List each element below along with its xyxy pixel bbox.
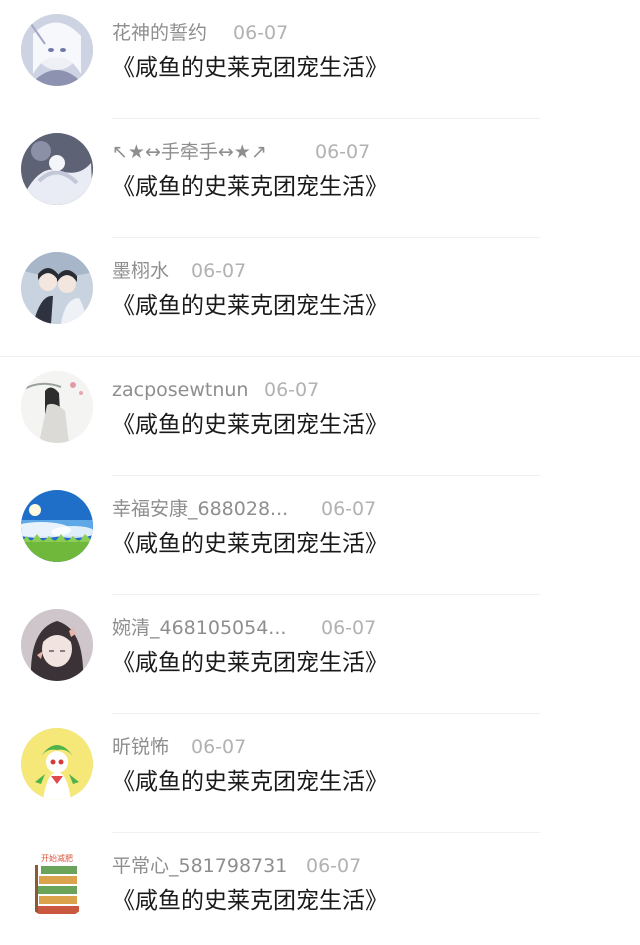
list-item[interactable]: 婉清_468105054... 06-07 《咸鱼的史莱克团宠生活》 (0, 595, 640, 714)
comment-text: 《咸鱼的史莱克团宠生活》 (112, 55, 388, 81)
comment-text: 《咸鱼的史莱克团宠生活》 (112, 174, 388, 200)
comment-date: 06-07 (191, 260, 247, 282)
username[interactable]: 婉清_468105054... (112, 615, 286, 641)
comment-text: 《咸鱼的史莱克团宠生活》 (112, 888, 388, 914)
list-item[interactable]: 花神的誓约 06-07 《咸鱼的史莱克团宠生活》 (0, 0, 640, 119)
comment-meta: 墨栩水 06-07 (112, 258, 246, 284)
list-item[interactable]: 墨栩水 06-07 《咸鱼的史莱克团宠生活》 (0, 238, 640, 357)
username[interactable]: 墨栩水 (112, 258, 169, 284)
username[interactable]: 花神的誓约 (112, 20, 207, 46)
comment-text: 《咸鱼的史莱克团宠生活》 (112, 769, 388, 795)
comment-date: 06-07 (264, 379, 320, 401)
username[interactable]: 幸福安康_688028... (112, 496, 288, 522)
sign-title: 开始减肥 (41, 853, 73, 863)
green-cartoon-avatar-icon (21, 728, 93, 800)
comment-date: 06-07 (315, 141, 371, 163)
username[interactable]: 平常心_581798731 (112, 853, 287, 879)
weight-loss-sign-avatar-icon: 开始减肥 (21, 847, 93, 919)
username[interactable]: ↖★↔手牵手↔★↗ (112, 139, 267, 165)
comment-date: 06-07 (191, 736, 247, 758)
list-item[interactable]: 开始减肥 平常心_581798731 06-07 《咸鱼的史莱克团宠生活》 (0, 833, 640, 945)
list-item[interactable]: ↖★↔手牵手↔★↗ 06-07 《咸鱼的史莱克团宠生活》 (0, 119, 640, 238)
comment-list: 花神的誓约 06-07 《咸鱼的史莱克团宠生活》 ↖★↔手牵手↔★↗ 06-07… (0, 0, 640, 945)
comment-meta: 花神的誓约 06-07 (112, 20, 288, 46)
blue-sky-grass-avatar-icon (21, 490, 93, 562)
avatar[interactable] (21, 14, 93, 86)
username[interactable]: zacposewtnun (112, 377, 248, 403)
comment-text: 《咸鱼的史莱克团宠生活》 (112, 531, 388, 557)
comment-text: 《咸鱼的史莱克团宠生活》 (112, 412, 388, 438)
list-item[interactable]: 幸福安康_688028... 06-07 《咸鱼的史莱克团宠生活》 (0, 476, 640, 595)
avatar[interactable] (21, 490, 93, 562)
comment-date: 06-07 (321, 498, 377, 520)
girl-butterfly-avatar-icon (21, 609, 93, 681)
anime-white-robe-avatar-icon (21, 133, 93, 205)
comment-date: 06-07 (233, 22, 289, 44)
ink-painting-avatar-icon (21, 371, 93, 443)
avatar[interactable]: 开始减肥 (21, 847, 93, 919)
anime-couple-avatar-icon (21, 252, 93, 324)
comment-meta: 昕锐怖 06-07 (112, 734, 246, 760)
comment-meta: ↖★↔手牵手↔★↗ 06-07 (112, 139, 370, 165)
avatar[interactable] (21, 133, 93, 205)
comment-meta: 幸福安康_688028... 06-07 (112, 496, 376, 522)
comment-text: 《咸鱼的史莱克团宠生活》 (112, 650, 388, 676)
avatar[interactable] (21, 609, 93, 681)
list-item[interactable]: zacposewtnun 06-07 《咸鱼的史莱克团宠生活》 (0, 357, 640, 476)
avatar[interactable] (21, 252, 93, 324)
anime-white-hair-avatar-icon (21, 14, 93, 86)
username[interactable]: 昕锐怖 (112, 734, 169, 760)
avatar[interactable] (21, 728, 93, 800)
comment-meta: 平常心_581798731 06-07 (112, 853, 361, 879)
avatar[interactable] (21, 371, 93, 443)
comment-date: 06-07 (306, 855, 362, 877)
comment-meta: zacposewtnun 06-07 (112, 377, 319, 403)
comment-date: 06-07 (321, 617, 377, 639)
list-item[interactable]: 昕锐怖 06-07 《咸鱼的史莱克团宠生活》 (0, 714, 640, 833)
comment-text: 《咸鱼的史莱克团宠生活》 (112, 293, 388, 319)
comment-meta: 婉清_468105054... 06-07 (112, 615, 376, 641)
